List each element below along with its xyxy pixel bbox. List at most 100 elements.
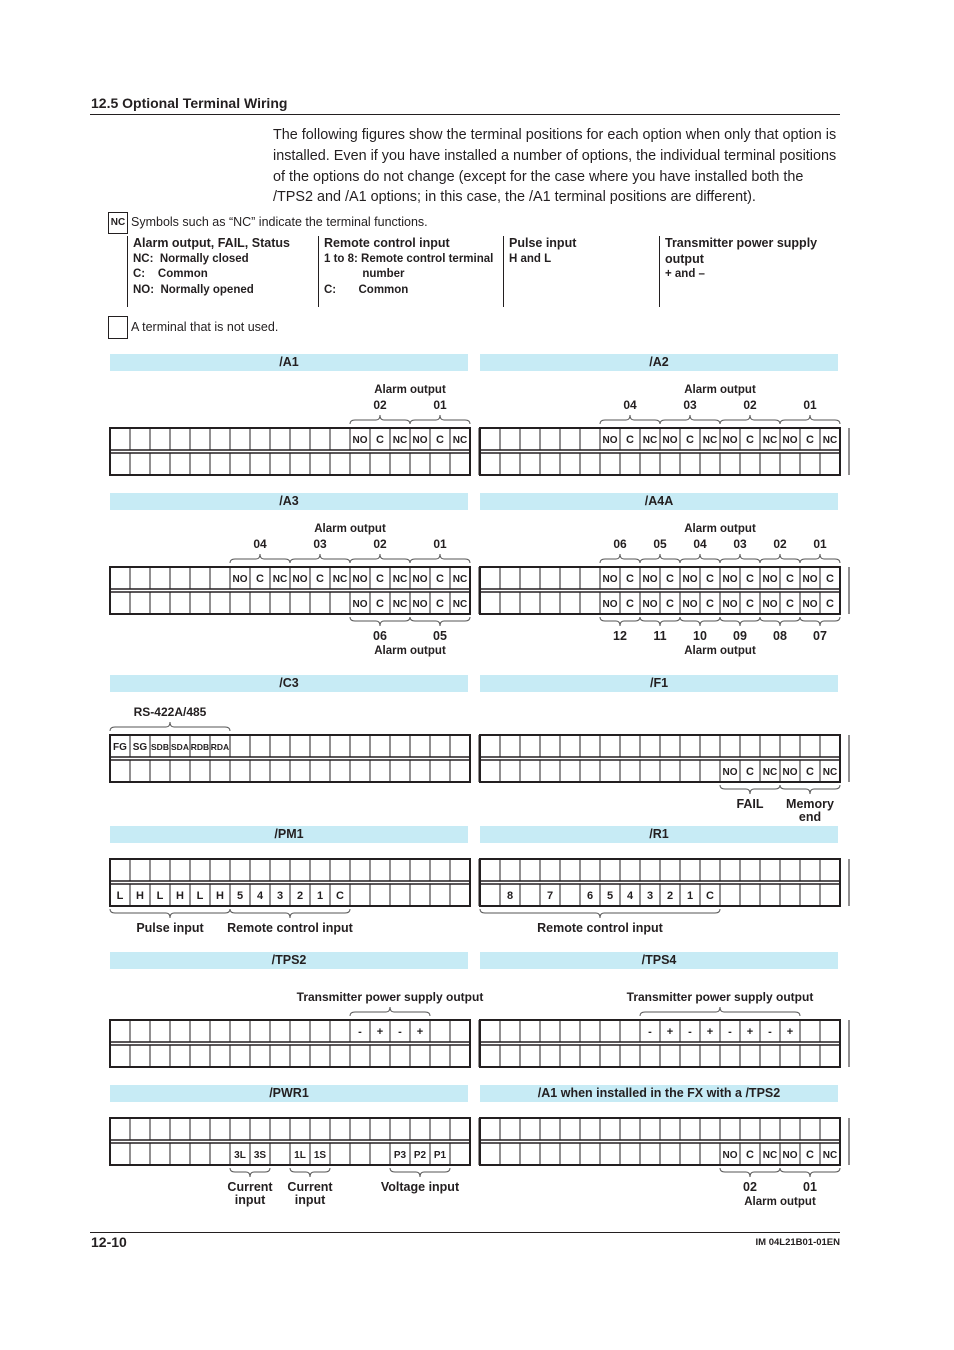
terminal-cell [449, 759, 471, 783]
terminal-cell [429, 1019, 451, 1043]
terminal-cell [169, 591, 191, 615]
terminal-label: - [728, 1026, 732, 1038]
terminal-cell [819, 1117, 841, 1141]
terminal-label: C [626, 598, 634, 610]
terminal-label: 2 [667, 890, 673, 902]
terminal-label: C [256, 573, 264, 585]
terminal-label: 8 [507, 890, 513, 902]
terminal-cell [109, 1142, 131, 1166]
terminal-cell [559, 566, 581, 590]
terminal-cell [229, 1019, 251, 1043]
terminal-cell [209, 1044, 231, 1068]
terminal-cell [479, 1019, 501, 1043]
terminal-cell [479, 1044, 501, 1068]
terminal-label: C [806, 766, 814, 778]
terminal-cell [719, 1044, 741, 1068]
terminal-cell [639, 452, 661, 476]
page-number: 12-10 [91, 1234, 127, 1250]
terminal-cell [679, 858, 701, 882]
terminal-label: NO [413, 574, 428, 585]
terminal-cell [389, 1044, 411, 1068]
bracket [229, 553, 291, 564]
terminal-cell [499, 452, 521, 476]
terminal-cell [739, 883, 761, 907]
terminal-cell [149, 452, 171, 476]
terminal-label: NO [803, 574, 818, 585]
bracket [719, 784, 781, 795]
section-title: 12.5 Optional Terminal Wiring [91, 95, 288, 111]
terminal-cell [499, 1117, 521, 1141]
footer-divider [90, 1232, 840, 1233]
terminal-label: NO [783, 767, 798, 778]
terminal-cell [269, 1117, 291, 1141]
terminal-cell [619, 1142, 641, 1166]
group-label: 01 [813, 537, 827, 551]
terminal-cell [449, 1044, 471, 1068]
terminal-cell [759, 1117, 781, 1141]
terminal-cell [759, 1044, 781, 1068]
terminal-cell [819, 1019, 841, 1043]
terminal-cell [429, 858, 451, 882]
group-label: 02 [743, 398, 757, 412]
terminal-label: P2 [414, 1150, 427, 1161]
terminal-cell [129, 427, 151, 451]
bracket [289, 553, 351, 564]
terminal-cell [109, 858, 131, 882]
terminal-cell [349, 734, 371, 758]
terminal-label: L [117, 890, 124, 902]
terminal-label: L [157, 890, 164, 902]
terminal-cell [309, 759, 331, 783]
terminal-label: + [417, 1026, 423, 1038]
terminal-label: 5 [607, 890, 613, 902]
terminal-cell [169, 566, 191, 590]
terminal-cell [799, 883, 821, 907]
terminal-label: + [707, 1026, 713, 1038]
bracket [349, 1006, 431, 1017]
group-label: 01 [433, 398, 447, 412]
terminal-cell [289, 759, 311, 783]
terminal-cell [799, 452, 821, 476]
terminal-cell [329, 1117, 351, 1141]
terminal-cell [539, 566, 561, 590]
terminal-label: C [686, 434, 694, 446]
terminal-cell [369, 734, 391, 758]
terminal-cell [579, 759, 601, 783]
terminal-cell [449, 1019, 471, 1043]
terminal-cell [149, 1019, 171, 1043]
terminal-cell [269, 1044, 291, 1068]
terminal-cell [579, 1044, 601, 1068]
terminal-cell [719, 858, 741, 882]
terminal-label: 6 [587, 890, 593, 902]
terminal-cell [539, 1142, 561, 1166]
terminal-cell [579, 1019, 601, 1043]
terminal-cell [559, 759, 581, 783]
terminal-block-diagram: NO C NC NO C NC NO C NC NO C NC 04 03 02 01 Alarm output [479, 384, 850, 476]
terminal-cell [559, 1117, 581, 1141]
terminal-label: C [826, 573, 834, 585]
manual-page: 12.5 Optional Terminal Wiring The follow… [0, 0, 954, 1350]
terminal-cell [579, 427, 601, 451]
terminal-cell [559, 452, 581, 476]
terminal-cell [129, 1044, 151, 1068]
terminal-cell [739, 734, 761, 758]
terminal-cell [499, 591, 521, 615]
terminal-cell [169, 1044, 191, 1068]
terminal-label: C [436, 573, 444, 585]
terminal-label: NO [293, 574, 308, 585]
terminal-label: NC [823, 767, 837, 778]
terminal-cell [599, 759, 621, 783]
terminal-cell [229, 734, 251, 758]
terminal-cell [209, 566, 231, 590]
terminal-cell [639, 1142, 661, 1166]
terminal-cell [189, 566, 211, 590]
terminal-cell [799, 1044, 821, 1068]
terminal-cell [679, 1117, 701, 1141]
bracket [799, 553, 841, 564]
terminal-label: C [316, 573, 324, 585]
terminal-cell [619, 1044, 641, 1068]
terminal-cell [639, 858, 661, 882]
terminal-cell [409, 1117, 431, 1141]
terminal-cell [579, 734, 601, 758]
terminal-cell [479, 883, 501, 907]
terminal-cell [249, 452, 271, 476]
